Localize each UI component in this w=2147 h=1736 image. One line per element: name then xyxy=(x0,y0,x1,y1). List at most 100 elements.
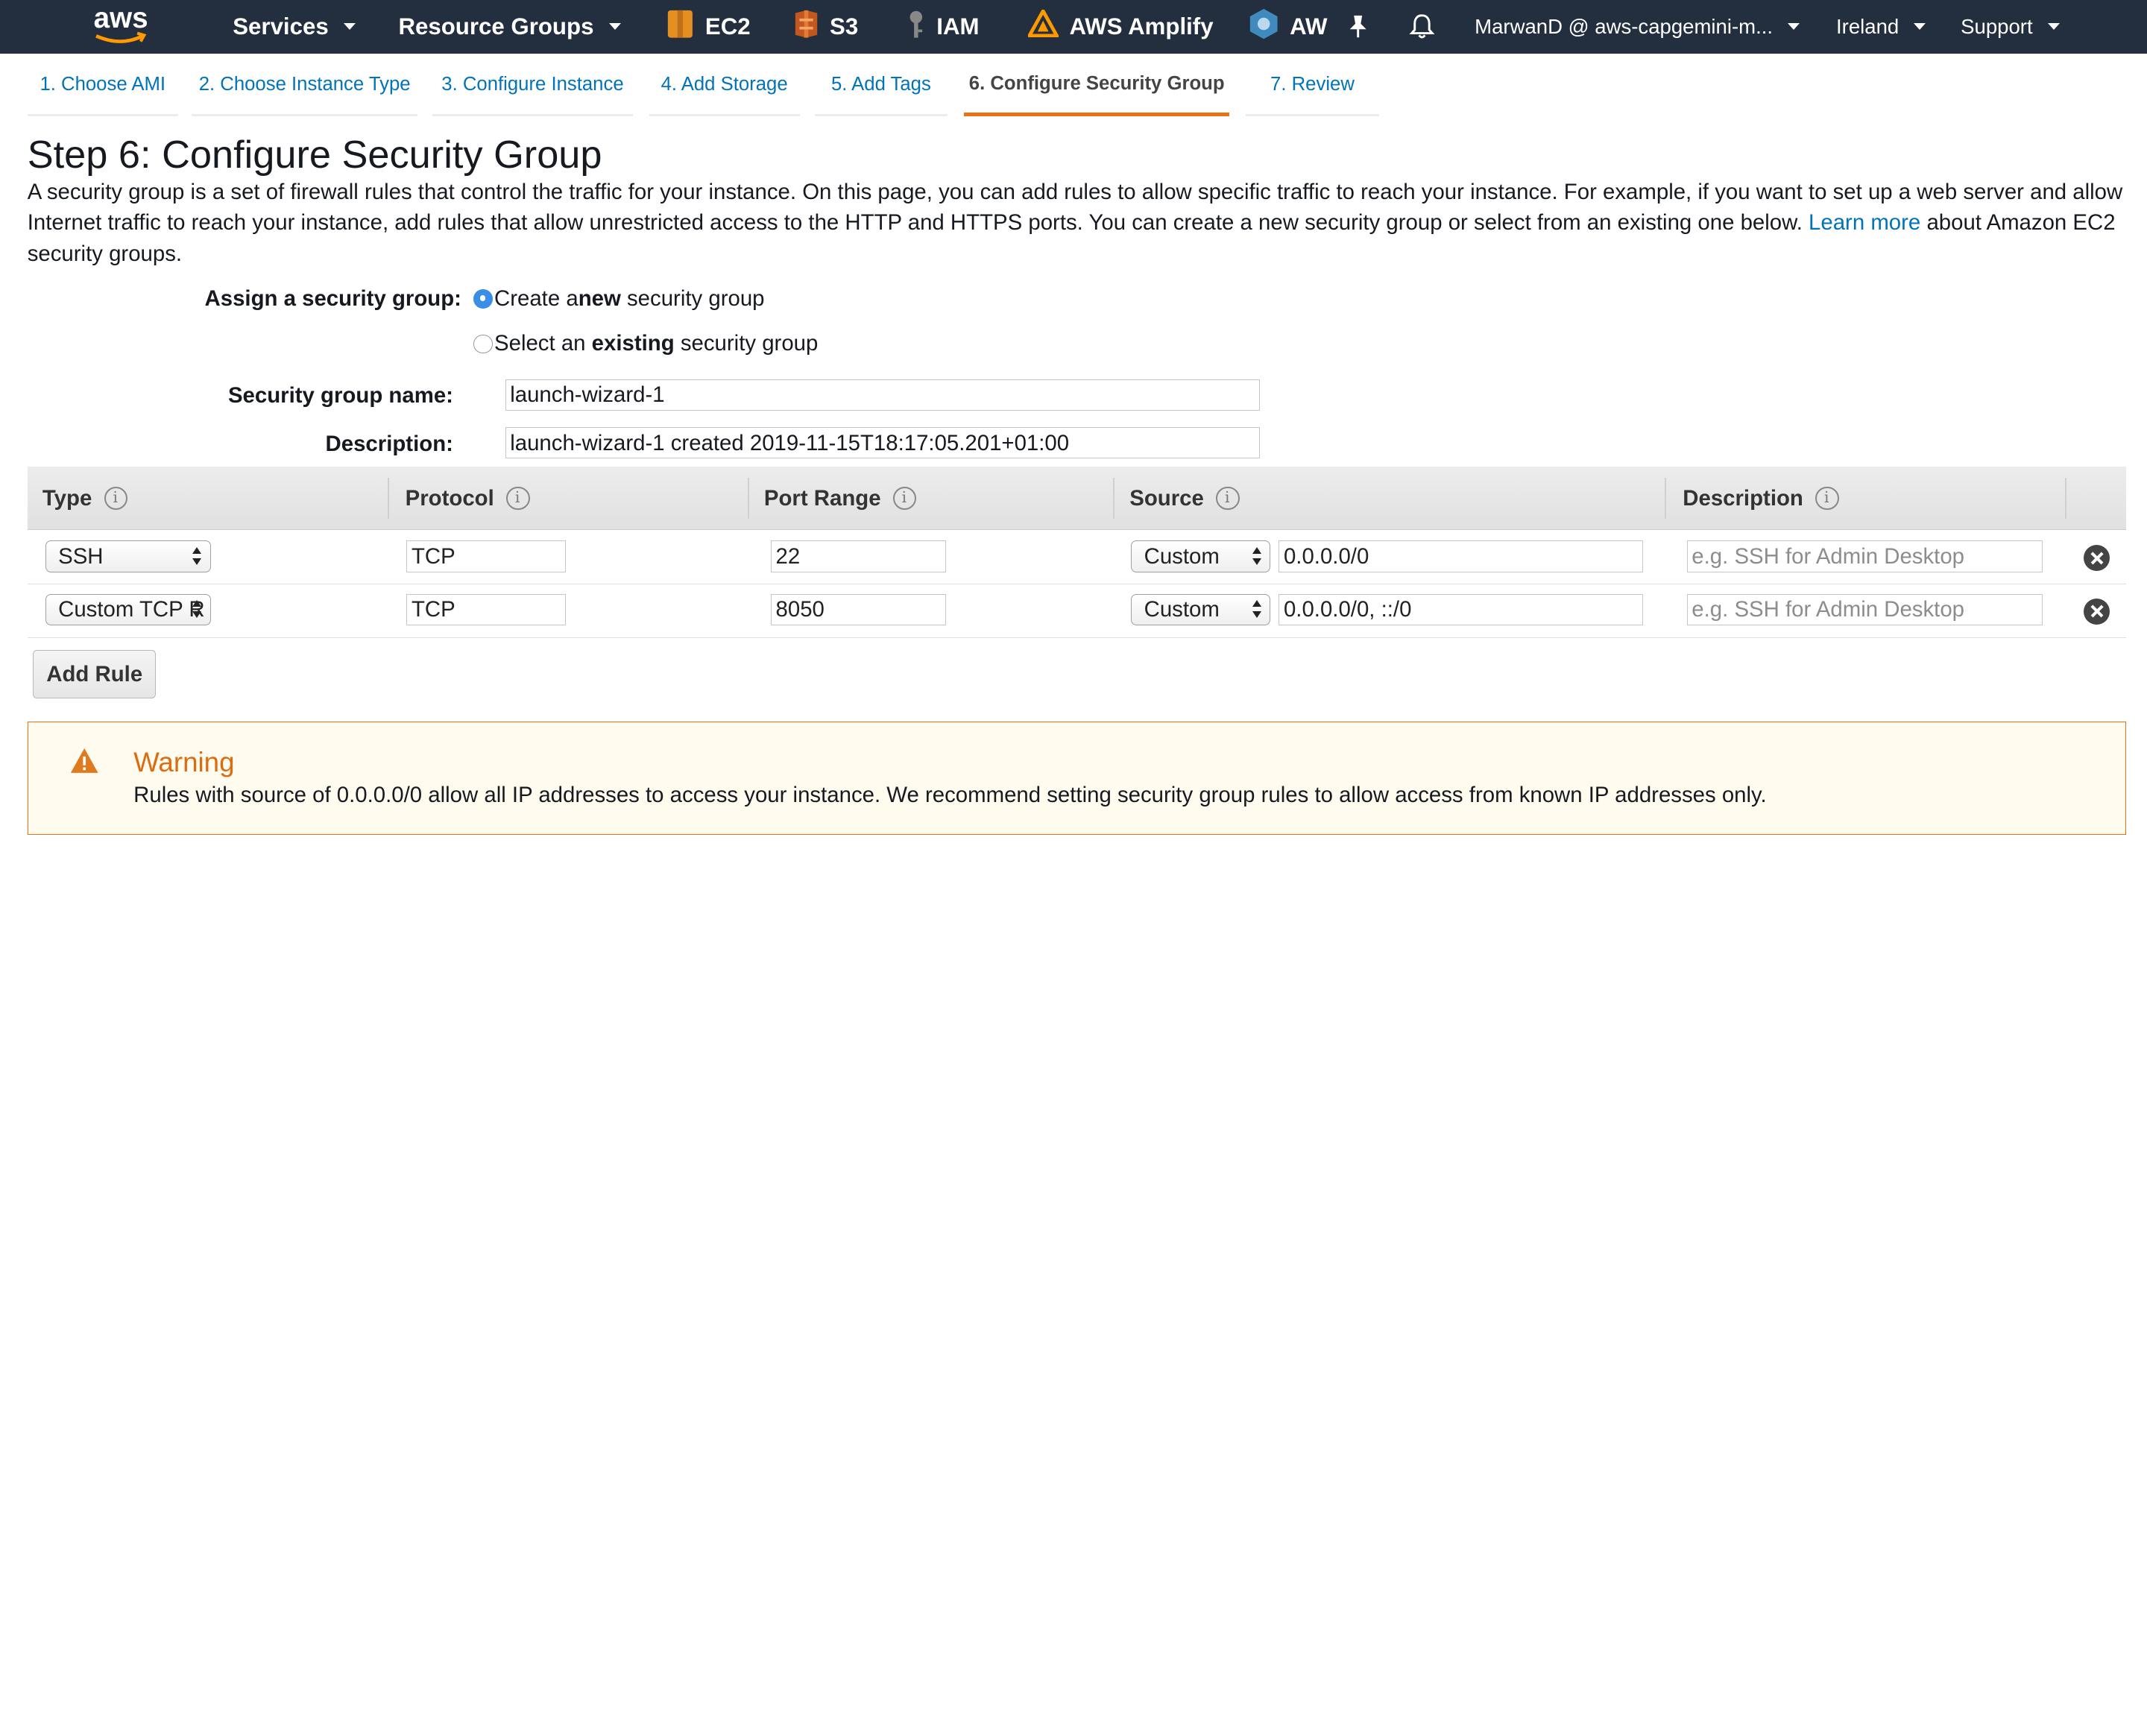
assign-security-group-label: Assign a security group: xyxy=(204,285,461,311)
top-navigation: aws Services Resource Groups EC2 S3 IAM … xyxy=(0,0,2147,54)
info-icon[interactable] xyxy=(893,486,917,511)
account-label: MarwanD @ aws-capgemini-m... xyxy=(1475,14,1774,38)
warning-alert: Warning Rules with source of 0.0.0.0/0 a… xyxy=(27,721,2127,836)
region-menu[interactable]: Ireland xyxy=(1836,0,1926,54)
column-divider xyxy=(747,478,749,520)
notifications-bell-icon[interactable] xyxy=(1409,0,1435,54)
warning-title: Warning xyxy=(133,746,235,777)
support-label: Support xyxy=(1961,14,2033,38)
radio-select-existing-bold: existing xyxy=(591,331,675,356)
radio-create-new-post: security group xyxy=(620,285,765,311)
pinned-service[interactable]: AW xyxy=(1249,0,1327,54)
radio-button[interactable] xyxy=(473,334,494,354)
column-header-port-range-label: Port Range xyxy=(763,485,881,511)
iam-icon xyxy=(907,9,926,45)
page-description: A security group is a set of firewall ru… xyxy=(28,177,2129,269)
pinned-s3[interactable]: S3 xyxy=(794,0,858,54)
source-mode-value: Custom xyxy=(1144,543,1220,569)
rules-table-header: Type Protocol Port Range Source Descript… xyxy=(27,467,2127,530)
info-icon[interactable] xyxy=(1815,486,1839,511)
radio-select-existing-post: security group xyxy=(674,331,819,356)
services-label: Services xyxy=(233,13,329,40)
chevron-down-icon xyxy=(1788,23,1800,31)
info-icon[interactable] xyxy=(1216,486,1240,511)
ec2-icon xyxy=(666,9,694,45)
tab-add-tags[interactable]: 5. Add Tags xyxy=(814,54,948,117)
tab-configure-instance[interactable]: 3. Configure Instance xyxy=(432,54,633,117)
tab-choose-ami[interactable]: 1. Choose AMI xyxy=(27,54,178,117)
amplify-icon xyxy=(1027,7,1060,43)
pinned-ec2-label: EC2 xyxy=(704,13,751,40)
radio-button-selected[interactable] xyxy=(473,289,494,309)
tab-choose-instance-type[interactable]: 2. Choose Instance Type xyxy=(192,54,418,117)
rule-description-input[interactable]: e.g. SSH for Admin Desktop xyxy=(1686,594,2043,626)
source-mode-select[interactable]: Custom xyxy=(1131,594,1271,626)
radio-select-existing[interactable]: Select an existing security group xyxy=(473,331,818,356)
resource-groups-label: Resource Groups xyxy=(398,13,594,40)
tab-configure-security-group[interactable]: 6. Configure Security Group xyxy=(964,54,1230,117)
rule-type-value: SSH xyxy=(58,543,104,569)
source-cidr-input[interactable]: 0.0.0.0/0, ::/0 xyxy=(1279,594,1643,626)
rule-type-value: Custom TCP R xyxy=(58,597,205,622)
source-mode-select[interactable]: Custom xyxy=(1131,540,1271,572)
remove-rule-icon[interactable] xyxy=(2084,544,2110,571)
select-arrows-icon xyxy=(192,546,204,566)
page-title: Step 6: Configure Security Group xyxy=(27,133,602,177)
description-input[interactable]: launch-wizard-1 created 2019-11-15T18:17… xyxy=(505,427,1260,459)
info-icon[interactable] xyxy=(506,486,530,511)
port-range-input[interactable]: 22 xyxy=(771,540,947,572)
radio-select-existing-pre: Select an xyxy=(494,331,592,356)
account-menu[interactable]: MarwanD @ aws-capgemini-m... xyxy=(1475,0,1800,54)
pinned-iam-label: IAM xyxy=(936,13,980,40)
column-divider xyxy=(1665,478,1667,520)
chevron-down-icon xyxy=(608,23,621,31)
source-mode-value: Custom xyxy=(1144,597,1220,622)
add-rule-button[interactable]: Add Rule xyxy=(33,650,157,698)
rule-type-select[interactable]: Custom TCP R xyxy=(45,594,211,626)
column-header-protocol: Protocol xyxy=(406,467,530,529)
pinned-service-label: AW xyxy=(1290,13,1328,40)
radio-create-new[interactable]: Create a new security group xyxy=(473,285,765,312)
radio-create-new-pre: Create a xyxy=(494,285,578,311)
protocol-field[interactable]: TCP xyxy=(406,594,566,626)
pinned-ec2[interactable]: EC2 xyxy=(666,0,751,54)
select-arrows-icon xyxy=(1252,546,1264,566)
remove-rule-icon[interactable] xyxy=(2084,598,2110,625)
warning-icon xyxy=(69,747,99,774)
table-row: SSH TCP 22 Custom 0.0.0.0/0 e.g. SSH for… xyxy=(27,531,2127,585)
support-menu[interactable]: Support xyxy=(1961,0,2060,54)
page: aws Services Resource Groups EC2 S3 IAM … xyxy=(0,0,2147,944)
chevron-down-icon xyxy=(343,23,356,31)
services-menu[interactable]: Services xyxy=(233,0,356,54)
security-group-name-label: Security group name: xyxy=(227,383,453,408)
select-arrows-icon xyxy=(1252,600,1264,619)
info-icon[interactable] xyxy=(104,486,128,511)
select-arrows-icon xyxy=(192,600,204,619)
column-header-description-label: Description xyxy=(1683,485,1803,511)
rule-type-select[interactable]: SSH xyxy=(45,540,211,572)
region-label: Ireland xyxy=(1836,14,1899,38)
security-group-name-input[interactable]: launch-wizard-1 xyxy=(505,379,1260,411)
rule-description-input[interactable]: e.g. SSH for Admin Desktop xyxy=(1686,540,2043,572)
source-cidr-input[interactable]: 0.0.0.0/0 xyxy=(1279,540,1643,572)
pinned-s3-label: S3 xyxy=(830,13,859,40)
tab-review[interactable]: 7. Review xyxy=(1246,54,1379,117)
pinned-amplify[interactable]: AWS Amplify xyxy=(1027,0,1214,54)
radio-create-new-bold: new xyxy=(578,285,621,311)
learn-more-link[interactable]: Learn more xyxy=(1809,210,1920,235)
column-header-protocol-label: Protocol xyxy=(405,485,494,511)
column-header-description: Description xyxy=(1683,467,1839,529)
protocol-field[interactable]: TCP xyxy=(406,540,566,572)
column-header-port-range: Port Range xyxy=(763,467,917,529)
column-header-type-label: Type xyxy=(42,485,92,511)
column-header-source-label: Source xyxy=(1129,485,1204,511)
s3-icon xyxy=(794,9,819,45)
aws-logo[interactable]: aws xyxy=(88,2,154,48)
resource-groups-menu[interactable]: Resource Groups xyxy=(398,0,621,54)
pinned-iam[interactable]: IAM xyxy=(907,0,980,54)
chevron-down-icon xyxy=(1914,23,1926,31)
pin-icon[interactable] xyxy=(1347,0,1369,54)
column-divider xyxy=(1113,478,1115,520)
tab-add-storage[interactable]: 4. Add Storage xyxy=(649,54,800,117)
port-range-input[interactable]: 8050 xyxy=(771,594,947,626)
